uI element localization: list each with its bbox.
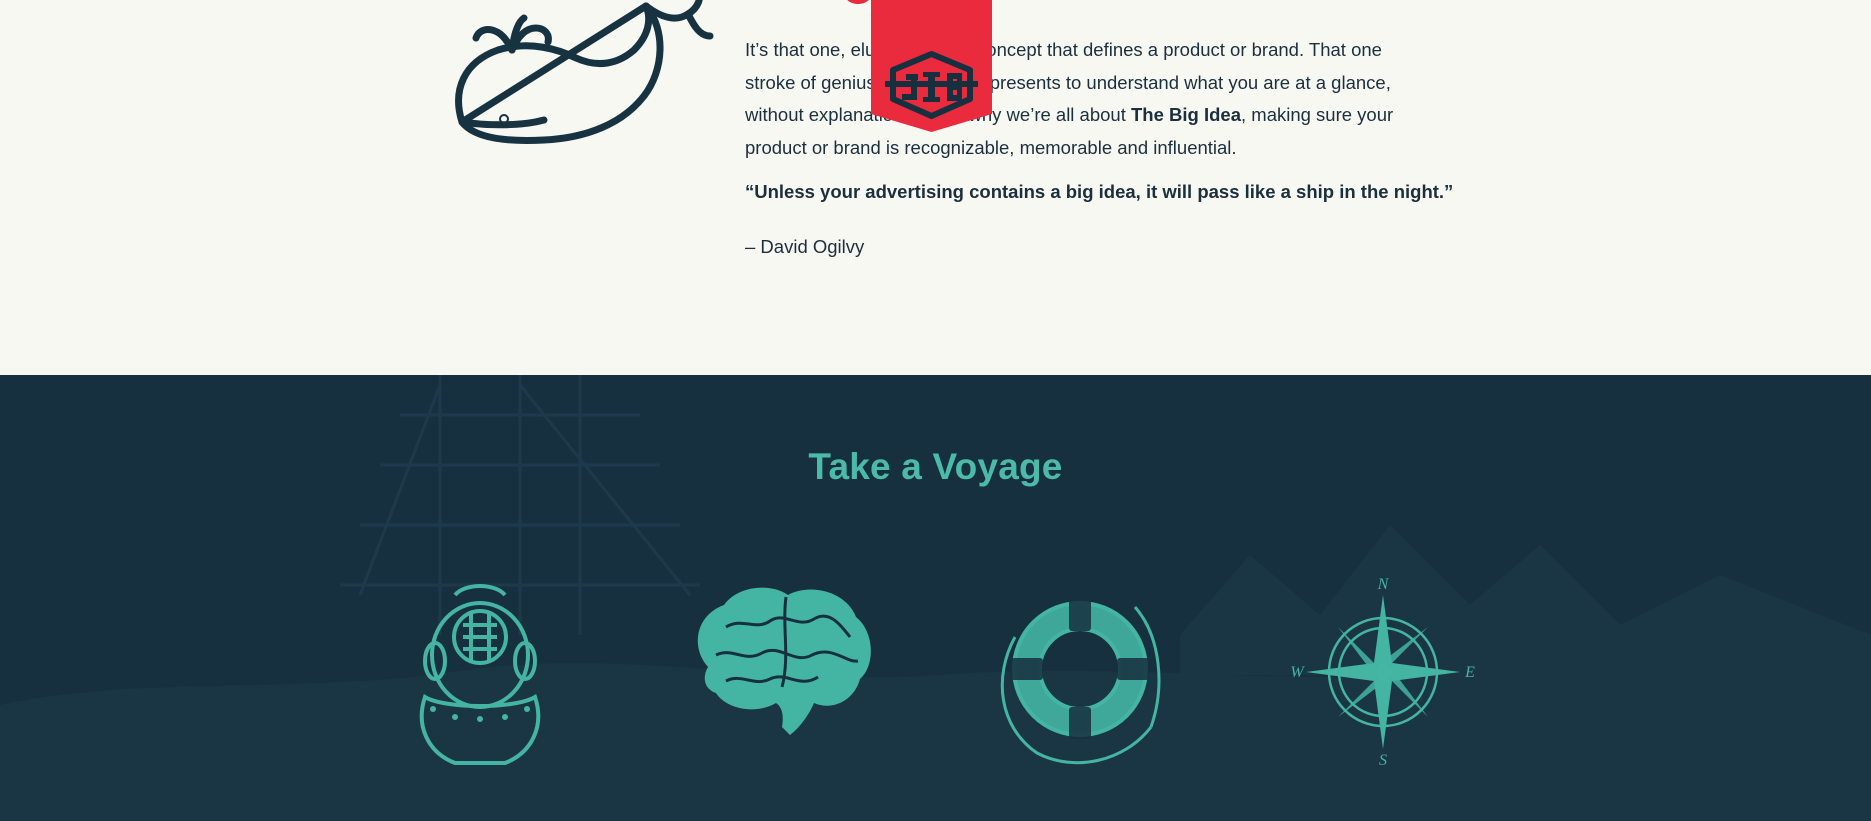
- whale-icon: [455, 0, 714, 144]
- quote-attribution: – David Ogilvy: [745, 236, 865, 257]
- big-idea-emphasis: The Big Idea: [1131, 104, 1241, 125]
- section-heading-fragment: [843, 0, 873, 4]
- voyage-section: Take a Voyage N E S W: [0, 375, 1871, 821]
- page: It’s that one, elusive, simple concept t…: [0, 0, 1871, 821]
- jib-logo-badge[interactable]: [871, 0, 992, 132]
- compass-east-label: E: [1464, 664, 1475, 681]
- life-preserver-item[interactable]: [985, 577, 1175, 767]
- compass-north-label: N: [1377, 577, 1390, 593]
- brain-icon: [697, 587, 871, 735]
- life-preserver-icon: [1000, 599, 1161, 765]
- ship-background-illustration: [0, 375, 1871, 821]
- voyage-title: Take a Voyage: [808, 446, 1063, 487]
- big-idea-paragraph: It’s that one, elusive, simple concept t…: [745, 34, 1415, 164]
- compass-rose-item[interactable]: N E S W: [1288, 577, 1478, 767]
- compass-west-label: W: [1290, 664, 1305, 681]
- brain-item[interactable]: [686, 577, 876, 737]
- diving-helmet-item[interactable]: [405, 577, 555, 765]
- compass-south-label: S: [1379, 752, 1387, 767]
- ogilvy-quote: “Unless your advertising contains a big …: [745, 181, 1454, 202]
- diving-helmet-icon: [419, 584, 541, 765]
- compass-rose-icon: N E S W: [1290, 577, 1475, 767]
